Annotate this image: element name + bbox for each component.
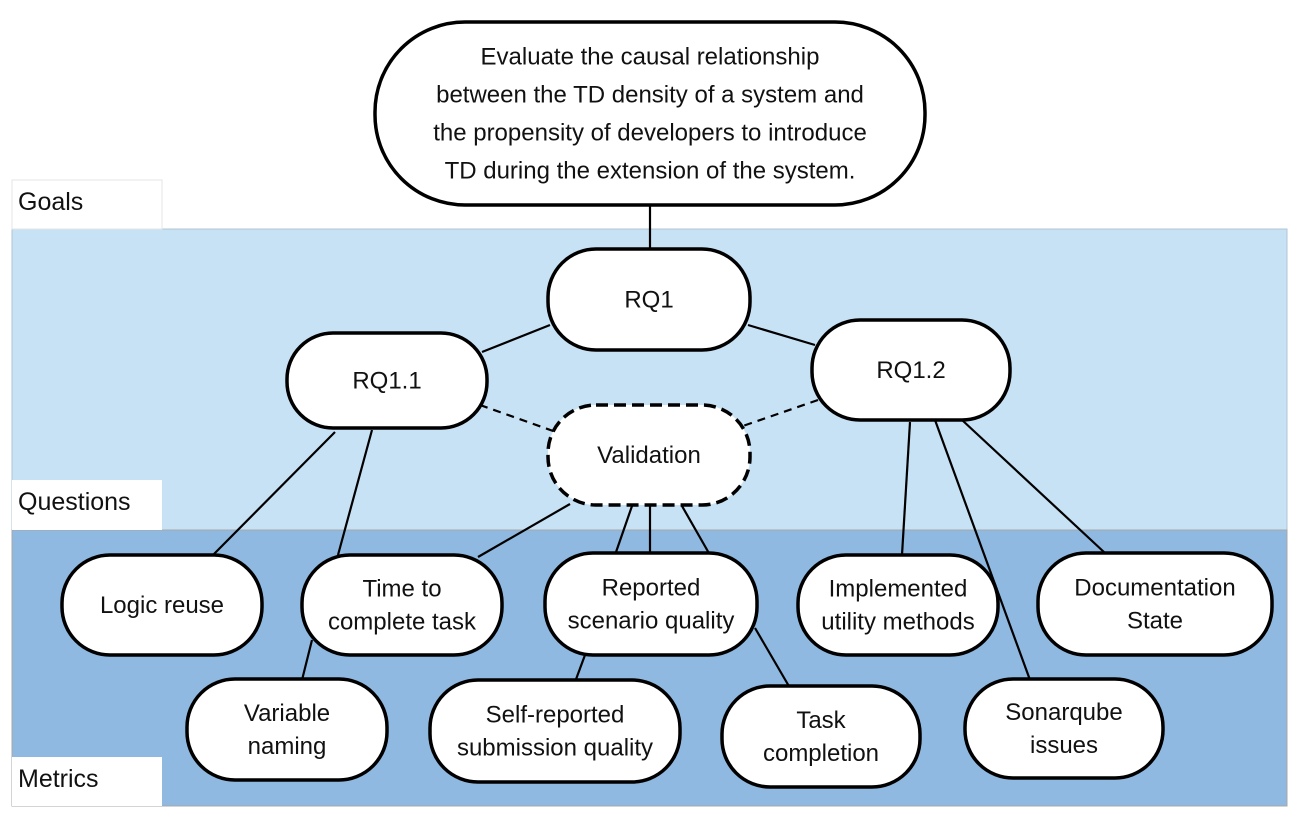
metric-implemented-utility-methods-shape (796, 553, 1000, 657)
metric-documentation-state-text: Documentation (1074, 575, 1235, 602)
gqm-diagram: Goals Questions Metrics Evaluate the cau… (11, 20, 1288, 807)
metric-variable-naming-text: naming (248, 733, 327, 760)
question-rq1-2-text: RQ1.2 (876, 357, 945, 384)
metric-reported-scenario-quality-text: Reported (602, 575, 701, 602)
questions-label: Questions (18, 488, 131, 516)
metric-documentation-state-shape (1036, 551, 1274, 657)
metric-documentation-state: Documentation State (1036, 551, 1274, 657)
metric-logic-reuse: Logic reuse (60, 553, 264, 657)
metric-variable-naming-shape (185, 677, 389, 782)
metric-task-completion-text: completion (763, 740, 879, 767)
metric-self-reported-quality-text: submission quality (457, 735, 653, 762)
question-rq1: RQ1 (546, 247, 752, 352)
metric-implemented-utility-methods-text: utility methods (821, 609, 974, 636)
metric-time-to-complete-text: Time to (362, 576, 441, 603)
goal-node-text: TD during the extension of the system. (445, 158, 856, 185)
goal-node-text: the propensity of developers to introduc… (433, 120, 867, 147)
metric-reported-scenario-quality: Reported scenario quality (543, 551, 759, 657)
metric-task-completion-shape (720, 684, 922, 789)
question-rq1-1: RQ1.1 (285, 331, 489, 430)
metric-implemented-utility-methods: Implemented utility methods (796, 553, 1000, 657)
goal-node: Evaluate the causal relationship between … (373, 20, 927, 207)
metric-variable-naming: Variable naming (185, 677, 389, 782)
metric-time-to-complete-text: complete task (328, 609, 477, 636)
metric-sonarqube-issues-text: Sonarqube (1005, 699, 1122, 726)
goals-label: Goals (18, 188, 83, 216)
metric-self-reported-quality-shape (428, 678, 682, 784)
metric-variable-naming-text: Variable (244, 700, 330, 727)
metric-implemented-utility-methods-text: Implemented (829, 576, 968, 603)
metric-self-reported-quality: Self-reported submission quality (428, 678, 682, 784)
goal-node-text: Evaluate the causal relationship (481, 44, 820, 71)
question-rq1-text: RQ1 (624, 287, 673, 314)
metric-reported-scenario-quality-shape (543, 551, 759, 657)
metric-logic-reuse-text: Logic reuse (100, 592, 224, 619)
metric-time-to-complete: Time to complete task (300, 553, 504, 657)
metrics-label: Metrics (18, 765, 99, 793)
metric-task-completion-text: Task (796, 707, 846, 734)
metric-sonarqube-issues-shape (963, 677, 1165, 780)
question-validation: Validation (546, 403, 752, 507)
goal-node-text: between the TD density of a system and (436, 82, 864, 109)
question-validation-text: Validation (597, 442, 701, 469)
metric-sonarqube-issues: Sonarqube issues (963, 677, 1165, 780)
question-rq1-2: RQ1.2 (810, 318, 1012, 422)
metric-self-reported-quality-text: Self-reported (486, 702, 625, 729)
metric-task-completion: Task completion (720, 684, 922, 789)
metric-sonarqube-issues-text: issues (1030, 732, 1098, 759)
question-rq1-1-text: RQ1.1 (352, 368, 421, 395)
metric-documentation-state-text: State (1127, 608, 1183, 635)
metric-reported-scenario-quality-text: scenario quality (568, 608, 735, 635)
metric-time-to-complete-shape (300, 553, 504, 657)
